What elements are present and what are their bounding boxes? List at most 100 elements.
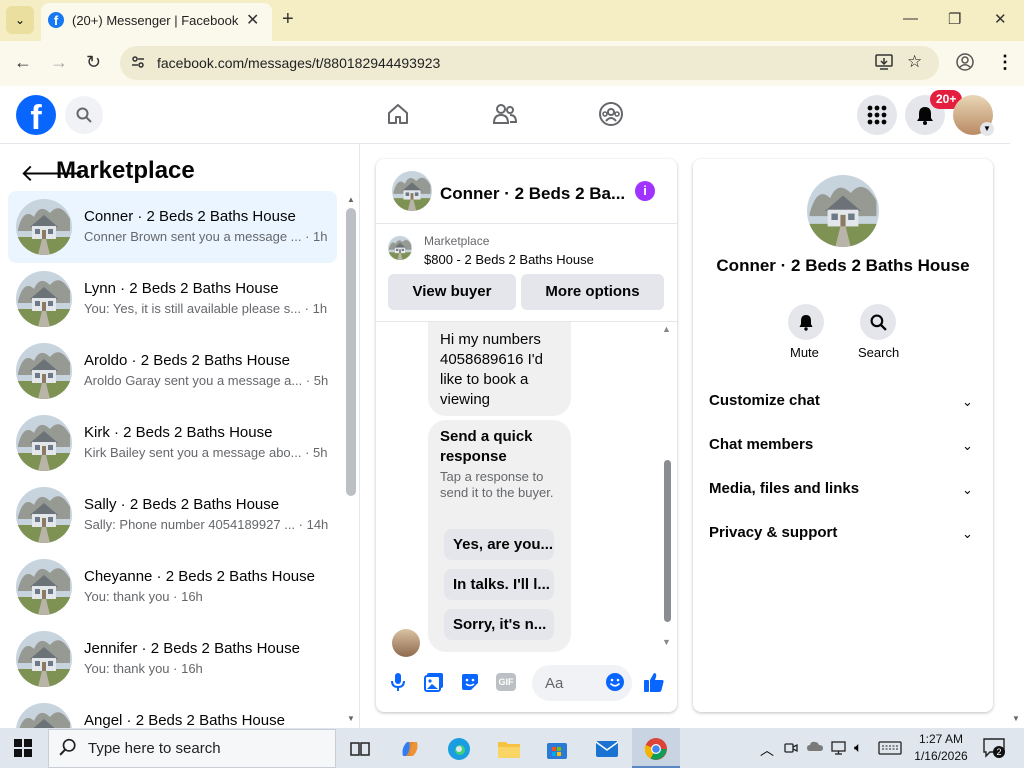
conversation-thumbnail bbox=[16, 559, 72, 615]
conversation-item[interactable]: Sally · 2 Beds 2 Baths House Sally: Phone… bbox=[8, 479, 337, 551]
chrome-icon[interactable] bbox=[642, 735, 670, 763]
clock-date[interactable]: 1/16/2026 bbox=[913, 749, 969, 763]
bell-icon bbox=[917, 107, 933, 125]
conversation-thumbnail bbox=[16, 487, 72, 543]
meet-now-icon[interactable] bbox=[784, 741, 798, 760]
install-app-icon[interactable] bbox=[875, 54, 893, 75]
copilot-icon[interactable] bbox=[396, 735, 424, 763]
windows-start-icon[interactable] bbox=[14, 739, 32, 757]
scroll-up-arrow[interactable]: ▲ bbox=[347, 195, 355, 204]
sender-avatar bbox=[392, 629, 420, 657]
customize-chat-row[interactable]: Customize chat bbox=[709, 392, 820, 409]
quick-reply-button[interactable]: Yes, are you... bbox=[444, 529, 554, 560]
onedrive-icon[interactable] bbox=[806, 740, 824, 759]
view-buyer-button[interactable]: View buyer bbox=[388, 274, 516, 310]
conversation-thumbnail bbox=[16, 415, 72, 471]
listing-title[interactable]: $800 - 2 Beds 2 Baths House bbox=[424, 252, 594, 267]
conversation-preview: You: thank you · 16h bbox=[84, 589, 203, 604]
listing-thumbnail bbox=[388, 236, 412, 260]
chevron-down-icon[interactable]: ⌄ bbox=[962, 482, 973, 498]
chevron-down-icon[interactable]: ⌄ bbox=[962, 438, 973, 454]
conversation-name: Cheyanne · 2 Beds 2 Baths House bbox=[84, 568, 315, 585]
conversation-name: Angel · 2 Beds 2 Baths House bbox=[84, 712, 285, 729]
conversation-item[interactable]: Lynn · 2 Beds 2 Baths House You: Yes, it … bbox=[8, 263, 337, 335]
chat-title[interactable]: Conner · 2 Beds 2 Ba... bbox=[440, 184, 625, 204]
facebook-search-button[interactable] bbox=[65, 96, 103, 134]
file-explorer-icon[interactable] bbox=[495, 735, 523, 763]
search-in-chat-button[interactable] bbox=[860, 304, 896, 340]
conversation-item[interactable]: Conner · 2 Beds 2 Baths House Conner Brow… bbox=[8, 191, 337, 263]
like-thumbs-up-icon[interactable] bbox=[643, 671, 665, 693]
chat-scrollbar[interactable] bbox=[664, 460, 671, 622]
profile-icon[interactable] bbox=[956, 53, 974, 76]
new-tab-button[interactable]: + bbox=[282, 8, 294, 31]
privacy-support-row[interactable]: Privacy & support bbox=[709, 524, 837, 541]
chat-list-scrollbar[interactable] bbox=[346, 208, 356, 496]
scroll-down-arrow[interactable]: ▼ bbox=[1012, 714, 1020, 723]
gif-icon[interactable]: GIF bbox=[495, 671, 517, 693]
conversation-thumbnail bbox=[16, 631, 72, 687]
edge-browser-icon[interactable] bbox=[445, 735, 473, 763]
minimize-button[interactable]: — bbox=[903, 10, 918, 27]
conversation-item[interactable]: Jennifer · 2 Beds 2 Baths House You: than… bbox=[8, 623, 337, 695]
chat-house-thumbnail[interactable] bbox=[392, 171, 432, 211]
quick-reply-button[interactable]: In talks. I'll l... bbox=[444, 569, 554, 600]
groups-icon bbox=[599, 102, 623, 126]
friends-nav-button[interactable] bbox=[491, 100, 519, 128]
close-window-button[interactable]: ✕ bbox=[994, 10, 1007, 28]
quick-reply-button[interactable]: Sorry, it's n... bbox=[444, 609, 554, 640]
info-icon[interactable]: i bbox=[635, 181, 655, 201]
tab-close-icon[interactable]: ✕ bbox=[246, 10, 259, 30]
maximize-button[interactable]: ❐ bbox=[948, 10, 961, 28]
more-options-button[interactable]: More options bbox=[521, 274, 664, 310]
mail-icon[interactable] bbox=[593, 735, 621, 763]
mute-label: Mute bbox=[790, 345, 819, 360]
chevron-down-icon[interactable]: ⌄ bbox=[962, 526, 973, 542]
media-files-links-row[interactable]: Media, files and links bbox=[709, 480, 859, 497]
keyboard-icon[interactable] bbox=[878, 741, 902, 760]
groups-nav-button[interactable] bbox=[597, 100, 625, 128]
notification-center-button[interactable]: 2 bbox=[983, 738, 1005, 758]
conversation-item[interactable]: Cheyanne · 2 Beds 2 Baths House You: than… bbox=[8, 551, 337, 623]
facebook-logo[interactable]: f bbox=[16, 95, 56, 135]
site-info-icon[interactable] bbox=[130, 54, 146, 75]
back-button[interactable]: ← bbox=[14, 52, 32, 73]
reload-button[interactable]: ↻ bbox=[86, 52, 101, 73]
taskbar-search-placeholder[interactable]: Type here to search bbox=[88, 740, 221, 757]
conversation-preview: Sally: Phone number 4054189927 ... · 14h bbox=[84, 517, 329, 532]
chevron-down-icon[interactable]: ⌄ bbox=[962, 394, 973, 410]
clock-time[interactable]: 1:27 AM bbox=[913, 732, 969, 746]
forward-button[interactable]: → bbox=[50, 52, 68, 73]
home-nav-button[interactable] bbox=[384, 100, 412, 128]
browser-menu-icon[interactable]: ⋮ bbox=[996, 52, 1014, 73]
conversation-name: Kirk · 2 Beds 2 Baths House bbox=[84, 424, 273, 441]
bookmark-star-icon[interactable]: ☆ bbox=[907, 52, 922, 72]
tab-search-dropdown-button[interactable]: ⌄ bbox=[6, 6, 34, 34]
conversation-item[interactable]: Aroldo · 2 Beds 2 Baths House Aroldo Gara… bbox=[8, 335, 337, 407]
task-view-icon[interactable] bbox=[346, 735, 374, 763]
conversation-thumbnail bbox=[16, 271, 72, 327]
incoming-message-bubble[interactable]: Hi my numbers 4058689616 I'd like to boo… bbox=[428, 322, 571, 416]
tab-title: (20+) Messenger | Facebook bbox=[72, 13, 239, 28]
sticker-icon[interactable] bbox=[459, 671, 481, 693]
message-input-placeholder[interactable]: Aa bbox=[545, 675, 563, 692]
emoji-icon[interactable] bbox=[604, 671, 626, 693]
conversation-item[interactable]: Kirk · 2 Beds 2 Baths House Kirk Bailey s… bbox=[8, 407, 337, 479]
url-text[interactable]: facebook.com/messages/t/880182944493923 bbox=[157, 55, 440, 71]
microphone-icon[interactable] bbox=[387, 671, 409, 693]
network-icon[interactable] bbox=[830, 740, 848, 761]
scroll-up-arrow[interactable]: ▲ bbox=[662, 324, 671, 334]
microsoft-store-icon[interactable] bbox=[543, 735, 571, 763]
scroll-down-arrow[interactable]: ▼ bbox=[347, 714, 355, 723]
scroll-down-arrow[interactable]: ▼ bbox=[662, 637, 671, 647]
menu-button[interactable] bbox=[857, 95, 897, 135]
volume-icon[interactable]: 🔈︎ bbox=[854, 739, 862, 756]
photo-icon[interactable] bbox=[423, 671, 445, 693]
conversation-preview: You: Yes, it is still available please s… bbox=[84, 301, 328, 316]
chevron-down-icon[interactable]: ▼ bbox=[980, 122, 994, 136]
conversation-name: Conner · 2 Beds 2 Baths House bbox=[84, 208, 296, 225]
show-hidden-icons-chevron-icon[interactable]: ︿ bbox=[760, 740, 774, 760]
page-scrollbar[interactable] bbox=[1010, 86, 1024, 728]
chat-members-row[interactable]: Chat members bbox=[709, 436, 813, 453]
mute-button[interactable] bbox=[788, 304, 824, 340]
